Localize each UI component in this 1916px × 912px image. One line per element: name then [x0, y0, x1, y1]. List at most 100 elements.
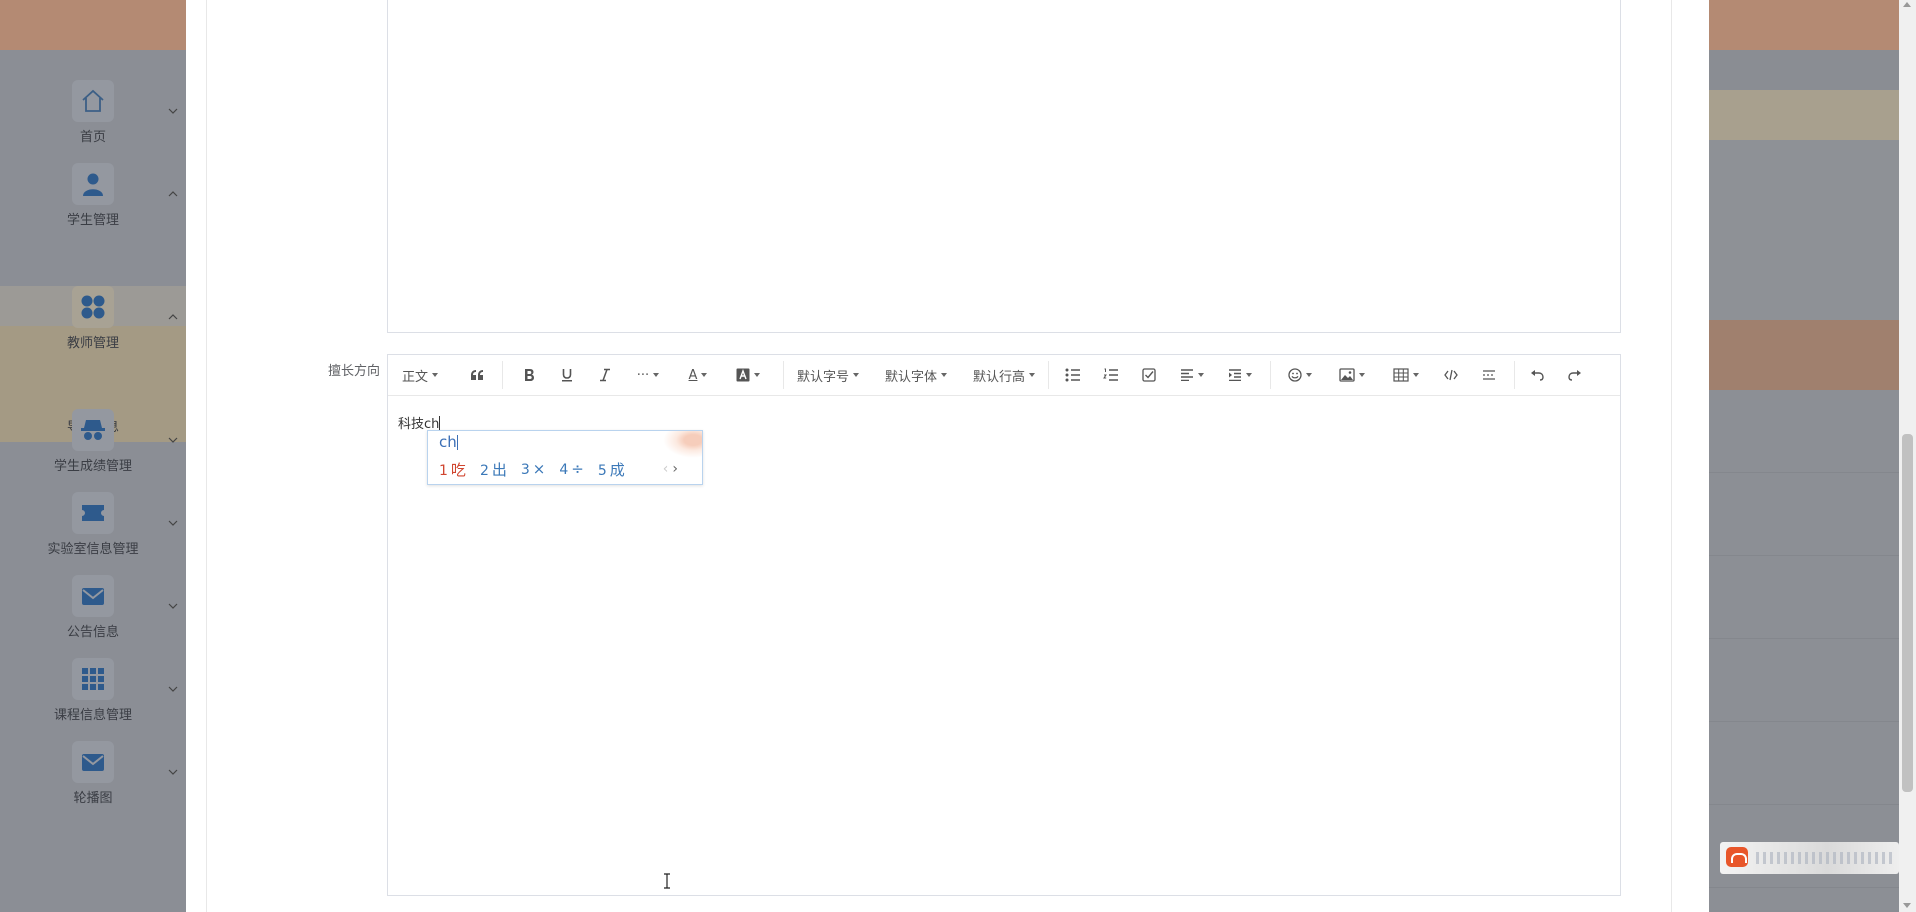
ime-candidate-text: 成 [609, 460, 625, 479]
ime-prev-page-button[interactable]: ‹ [663, 461, 669, 477]
sidebar-item-label: 公告信息 [66, 625, 119, 640]
ime-next-page-button[interactable]: › [672, 461, 678, 477]
bold-icon [525, 369, 534, 381]
sidebar-item-label: 学生管理 [66, 213, 119, 228]
font-color-label: A [688, 367, 698, 383]
line-height-label: 默认行高 [972, 369, 1025, 385]
page-scrollbar[interactable] [1899, 0, 1916, 912]
ibeam-cursor-icon [664, 873, 670, 889]
ime-cursor [456, 435, 458, 450]
ime-candidate-text: 吃 [450, 460, 466, 479]
sidebar-item-announcements[interactable]: 公告信息 [0, 575, 186, 640]
smiley-icon [1288, 368, 1302, 382]
ime-candidate[interactable]: 4 ÷ [559, 460, 584, 478]
scroll-up-arrow-icon[interactable] [1903, 2, 1911, 7]
todo-list-button[interactable] [1134, 355, 1164, 395]
background-row-header [1709, 320, 1899, 390]
line-height-dropdown[interactable]: 默认行高 [969, 355, 1039, 395]
ime-candidate[interactable]: 1吃 [439, 459, 466, 480]
sidebar-item-course-management[interactable]: 课程信息管理 [0, 658, 186, 723]
insert-table-dropdown[interactable] [1384, 355, 1428, 395]
sidebar-item-home[interactable]: 首页 [0, 80, 186, 145]
ticket-icon [72, 492, 114, 534]
code-icon [1444, 369, 1458, 381]
ime-candidate-text: ÷ [571, 460, 584, 478]
bulleted-list-button[interactable] [1058, 355, 1088, 395]
chevron-down-icon [168, 769, 178, 775]
scroll-thumb[interactable] [1902, 434, 1913, 792]
underline-icon [562, 369, 572, 382]
ime-candidate-number: 5 [597, 462, 607, 479]
floating-app-widget[interactable] [1720, 842, 1899, 874]
ime-candidate-number: 3 [520, 462, 530, 478]
ime-pager: ‹ › [663, 461, 678, 477]
toolbar-divider [1514, 361, 1515, 389]
ime-candidate-text: × [532, 460, 546, 478]
ime-candidate[interactable]: 2出 [480, 459, 507, 480]
sidebar-item-lab-management[interactable]: 实验室信息管理 [0, 492, 186, 557]
highlight-icon [736, 368, 750, 382]
chevron-down-icon [168, 686, 178, 692]
underline-button[interactable] [552, 355, 582, 395]
blockquote-button[interactable] [462, 355, 492, 395]
sidebar-item-label: 首页 [79, 130, 106, 145]
user-icon [72, 163, 114, 205]
background-table-rows [1709, 390, 1899, 910]
toolbar-divider [1048, 361, 1049, 389]
ime-composition: ch [439, 433, 458, 451]
chevron-down-icon [168, 108, 178, 114]
table-icon [1393, 368, 1409, 382]
redo-button[interactable] [1560, 355, 1590, 395]
ime-candidate-text: 出 [491, 460, 507, 479]
more-styles-dropdown[interactable]: ··· [628, 355, 668, 395]
text-cursor [439, 416, 441, 431]
toolbar-divider [502, 361, 503, 389]
previous-rich-text-editor[interactable] [387, 0, 1621, 333]
apps-icon [72, 286, 114, 328]
chevron-up-icon [168, 191, 178, 197]
undo-icon [1531, 370, 1544, 381]
scroll-down-arrow-icon[interactable] [1903, 903, 1911, 908]
sidebar-item-carousel[interactable]: 轮播图 [0, 741, 186, 806]
font-color-dropdown[interactable]: A [678, 355, 718, 395]
emotion-dropdown[interactable] [1280, 355, 1320, 395]
divider-button[interactable] [1474, 355, 1504, 395]
undo-button[interactable] [1522, 355, 1552, 395]
font-size-dropdown[interactable]: 默认字号 [793, 355, 863, 395]
ime-candidate-window: ch 1吃 2出 3 × 4 ÷ 5成 ‹ › [427, 430, 703, 485]
sidebar-item-student-management[interactable]: 学生管理 [0, 163, 186, 228]
sidebar-item-teacher-management[interactable]: 教师管理 [0, 286, 186, 351]
ime-candidate[interactable]: 5成 [598, 459, 625, 480]
app-logo-icon [1726, 847, 1748, 867]
insert-image-dropdown[interactable] [1332, 355, 1372, 395]
numbered-list-button[interactable] [1096, 355, 1126, 395]
field-label-specialty: 擅长方向 [327, 364, 380, 379]
sidebar-item-label: 学生成绩管理 [53, 459, 132, 474]
font-size-label: 默认字号 [796, 369, 849, 385]
bold-button[interactable] [514, 355, 544, 395]
more-styles-label: ··· [636, 367, 650, 383]
ime-candidate[interactable]: 3 × [521, 460, 546, 478]
italic-button[interactable] [590, 355, 620, 395]
chevron-down-icon [168, 437, 178, 443]
code-button[interactable] [1436, 355, 1466, 395]
edit-dialog: 擅长方向 正文 ··· A 默认字号 默认字体 默认行高 科技ch [186, 0, 1709, 912]
indent-icon [1229, 369, 1241, 381]
sidebar-item-grade-management[interactable]: 学生成绩管理 [0, 409, 186, 474]
justify-dropdown[interactable] [1172, 355, 1212, 395]
grid-icon [72, 658, 114, 700]
paragraph-format-dropdown[interactable]: 正文 [398, 355, 442, 395]
background-content [1709, 140, 1899, 320]
font-family-label: 默认字体 [884, 369, 937, 385]
sidebar-item-label: 课程信息管理 [53, 708, 132, 723]
ime-skin-decoration [658, 431, 702, 461]
paragraph-format-label: 正文 [401, 369, 428, 385]
ime-candidate-list: 1吃 2出 3 × 4 ÷ 5成 [439, 459, 639, 479]
ime-composition-text: ch [439, 433, 457, 451]
mail-icon [72, 575, 114, 617]
italic-icon [600, 368, 610, 382]
background-color-dropdown[interactable] [726, 355, 770, 395]
indent-dropdown[interactable] [1220, 355, 1260, 395]
font-family-dropdown[interactable]: 默认字体 [881, 355, 951, 395]
editor-toolbar: 正文 ··· A 默认字号 默认字体 默认行高 [388, 355, 1620, 396]
